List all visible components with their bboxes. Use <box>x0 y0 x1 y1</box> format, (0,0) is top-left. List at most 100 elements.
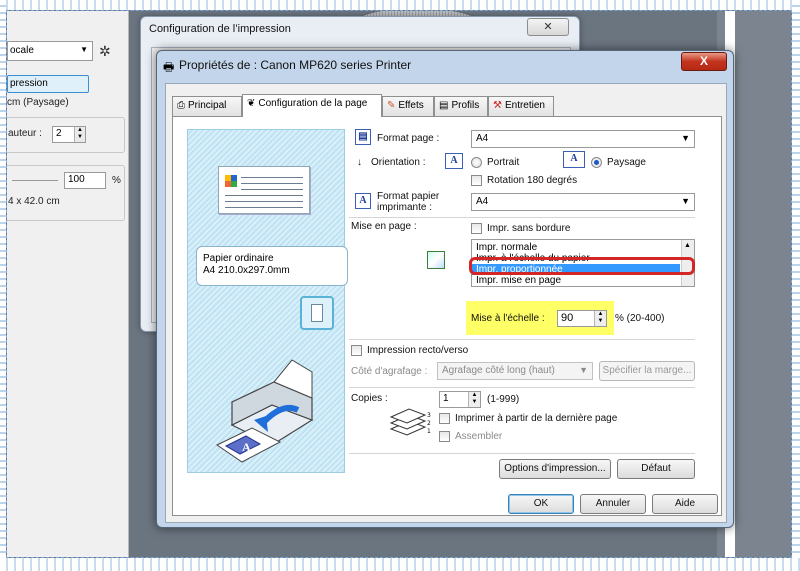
background-scale-group: 100 % 4 x 42.0 cm <box>7 165 125 221</box>
chevron-down-icon: ▼ <box>681 196 690 206</box>
text-line <box>225 201 303 202</box>
background-height-label: auteur : <box>8 128 42 139</box>
stepper-arrows-icon[interactable]: ▲ ▼ <box>468 392 480 407</box>
portrait-label: Portrait <box>487 157 520 168</box>
printer-properties-body: ⎙ Principal ❦ Configuration de la page ✎ Ef… <box>165 83 727 523</box>
background-scale-value: 100 <box>68 174 85 185</box>
landscape-orientation-icon: A <box>563 151 585 168</box>
tab-page-setup[interactable]: ❦ Configuration de la page <box>242 94 382 117</box>
orientation-arrow-icon: ↓ <box>357 157 362 168</box>
portrait-orientation-icon: A <box>445 153 463 169</box>
page-setup-panel: Papier ordinaire A4 210.0x297.0mm A ▤ Fo <box>172 116 722 516</box>
tab-maintenance[interactable]: ⚒ Entretien <box>488 96 554 116</box>
stepper-arrows-icon[interactable]: ▲ ▼ <box>594 311 606 326</box>
background-printer-select[interactable]: ocale ▼ <box>7 41 93 61</box>
tab-label: Configuration de la page <box>258 98 368 109</box>
printer-paper-value: A4 <box>476 196 489 207</box>
print-setup-title: Configuration de l’impression <box>149 23 291 35</box>
background-scale-unit: % <box>112 175 121 186</box>
effects-icon: ✎ <box>387 100 396 111</box>
printer-paper-label-1: Format papier <box>377 191 440 202</box>
staple-side-select[interactable]: Agrafage côté long (haut) ▼ <box>437 362 593 380</box>
background-select-value: ocale <box>10 45 34 56</box>
background-size-text: 4 x 42.0 cm <box>8 196 60 207</box>
collate-checkbox[interactable] <box>439 431 450 442</box>
scaling-stepper[interactable]: 90 ▲ ▼ <box>557 310 607 327</box>
paper-type-text: Papier ordinaire <box>203 253 274 264</box>
close-icon[interactable]: ✕ <box>527 18 569 36</box>
page-setup-icon: ❦ <box>247 98 256 109</box>
text-line <box>241 177 303 178</box>
scaling-value: 90 <box>561 312 574 324</box>
divider <box>349 453 695 454</box>
specify-margin-button[interactable]: Spécifier la marge... <box>599 361 695 381</box>
gear-icon[interactable]: ✲ <box>99 43 111 60</box>
background-scale-slider[interactable] <box>12 180 58 181</box>
copies-stepper[interactable]: 1 ▲ ▼ <box>439 391 481 408</box>
fit-page-icon <box>427 251 445 269</box>
page-preview: Papier ordinaire A4 210.0x297.0mm A <box>187 129 348 473</box>
landscape-page-preview <box>218 166 310 214</box>
scaling-label: Mise à l'échelle : <box>471 313 545 324</box>
chevron-down-icon: ▼ <box>80 45 88 54</box>
printer-properties-dialog: 🖶 Propriétés de : Canon MP620 series Pri… <box>156 50 734 528</box>
rotate-180-checkbox[interactable] <box>471 175 482 186</box>
frame-bottom-edge <box>0 558 800 571</box>
text-line <box>241 183 303 184</box>
duplex-label: Impression recto/verso <box>367 345 469 356</box>
landscape-radio[interactable] <box>591 157 602 168</box>
background-height-stepper[interactable]: 2 ▲ ▼ <box>52 126 86 143</box>
paper-size-text: A4 210.0x297.0mm <box>203 265 290 276</box>
tab-label: Profils <box>451 100 480 111</box>
background-print-button[interactable]: pression <box>7 75 89 93</box>
list-item[interactable]: Impr. normale <box>476 242 537 253</box>
background-scale-stepper[interactable]: 100 <box>64 172 106 189</box>
portrait-radio[interactable] <box>471 157 482 168</box>
staple-side-value: Agrafage côté long (haut) <box>442 365 555 376</box>
ok-button[interactable]: OK <box>508 494 574 514</box>
copies-stack-icon: 3 2 1 <box>389 408 431 436</box>
duplex-checkbox[interactable] <box>351 345 362 356</box>
frame-top-edge <box>0 0 800 10</box>
image-thumbnail-accent <box>225 175 237 181</box>
chevron-up-icon[interactable]: ▲ <box>684 242 691 249</box>
help-button[interactable]: Aide <box>652 494 718 514</box>
divider <box>349 217 695 218</box>
paper-info-box: Papier ordinaire A4 210.0x297.0mm <box>196 246 348 286</box>
background-height-value: 2 <box>56 128 62 139</box>
profiles-icon: ▤ <box>439 100 449 111</box>
background-paper-text: cm (Paysage) <box>7 97 69 108</box>
chevron-down-icon: ▼ <box>681 133 690 143</box>
printer-icon: 🖶 <box>163 60 175 74</box>
reverse-order-checkbox[interactable] <box>439 413 450 424</box>
collate-label: Assembler <box>455 431 503 442</box>
landscape-label: Paysage <box>607 157 646 168</box>
cancel-button[interactable]: Annuler <box>580 494 646 514</box>
close-button[interactable]: X <box>681 52 727 71</box>
tab-principal[interactable]: ⎙ Principal <box>172 96 242 116</box>
printer-paper-select[interactable]: A4 ▼ <box>471 193 695 211</box>
background-side-panel: ocale ▼ ✲ pression cm (Paysage) auteur :… <box>7 11 129 557</box>
portrait-page-icon <box>300 296 334 330</box>
maintenance-icon: ⚒ <box>493 100 502 111</box>
tab-profiles[interactable]: ▤ Profils <box>434 96 488 116</box>
svg-text:1: 1 <box>427 428 431 435</box>
default-button[interactable]: Défaut <box>617 459 695 479</box>
list-item[interactable]: Impr. mise en page <box>476 275 561 286</box>
divider <box>349 387 695 388</box>
printer-paper-icon: A <box>355 193 371 209</box>
copies-value: 1 <box>443 393 449 404</box>
borderless-label: Impr. sans bordure <box>487 223 571 234</box>
print-options-button[interactable]: Options d'impression... <box>499 459 611 479</box>
tab-label: Entretien <box>504 100 545 111</box>
tab-label: Principal <box>188 100 227 111</box>
staple-side-label: Côté d'agrafage : <box>351 366 428 377</box>
tab-effects[interactable]: ✎ Effets <box>382 96 434 116</box>
borderless-checkbox[interactable] <box>471 223 482 234</box>
rotate-180-label: Rotation 180 degrés <box>487 175 578 186</box>
printer-illustration-icon: A <box>216 359 314 463</box>
page-format-value: A4 <box>476 133 489 144</box>
stepper-arrows-icon[interactable]: ▲ ▼ <box>74 127 85 142</box>
svg-text:3: 3 <box>427 412 431 419</box>
page-format-select[interactable]: A4 ▼ <box>471 130 695 148</box>
